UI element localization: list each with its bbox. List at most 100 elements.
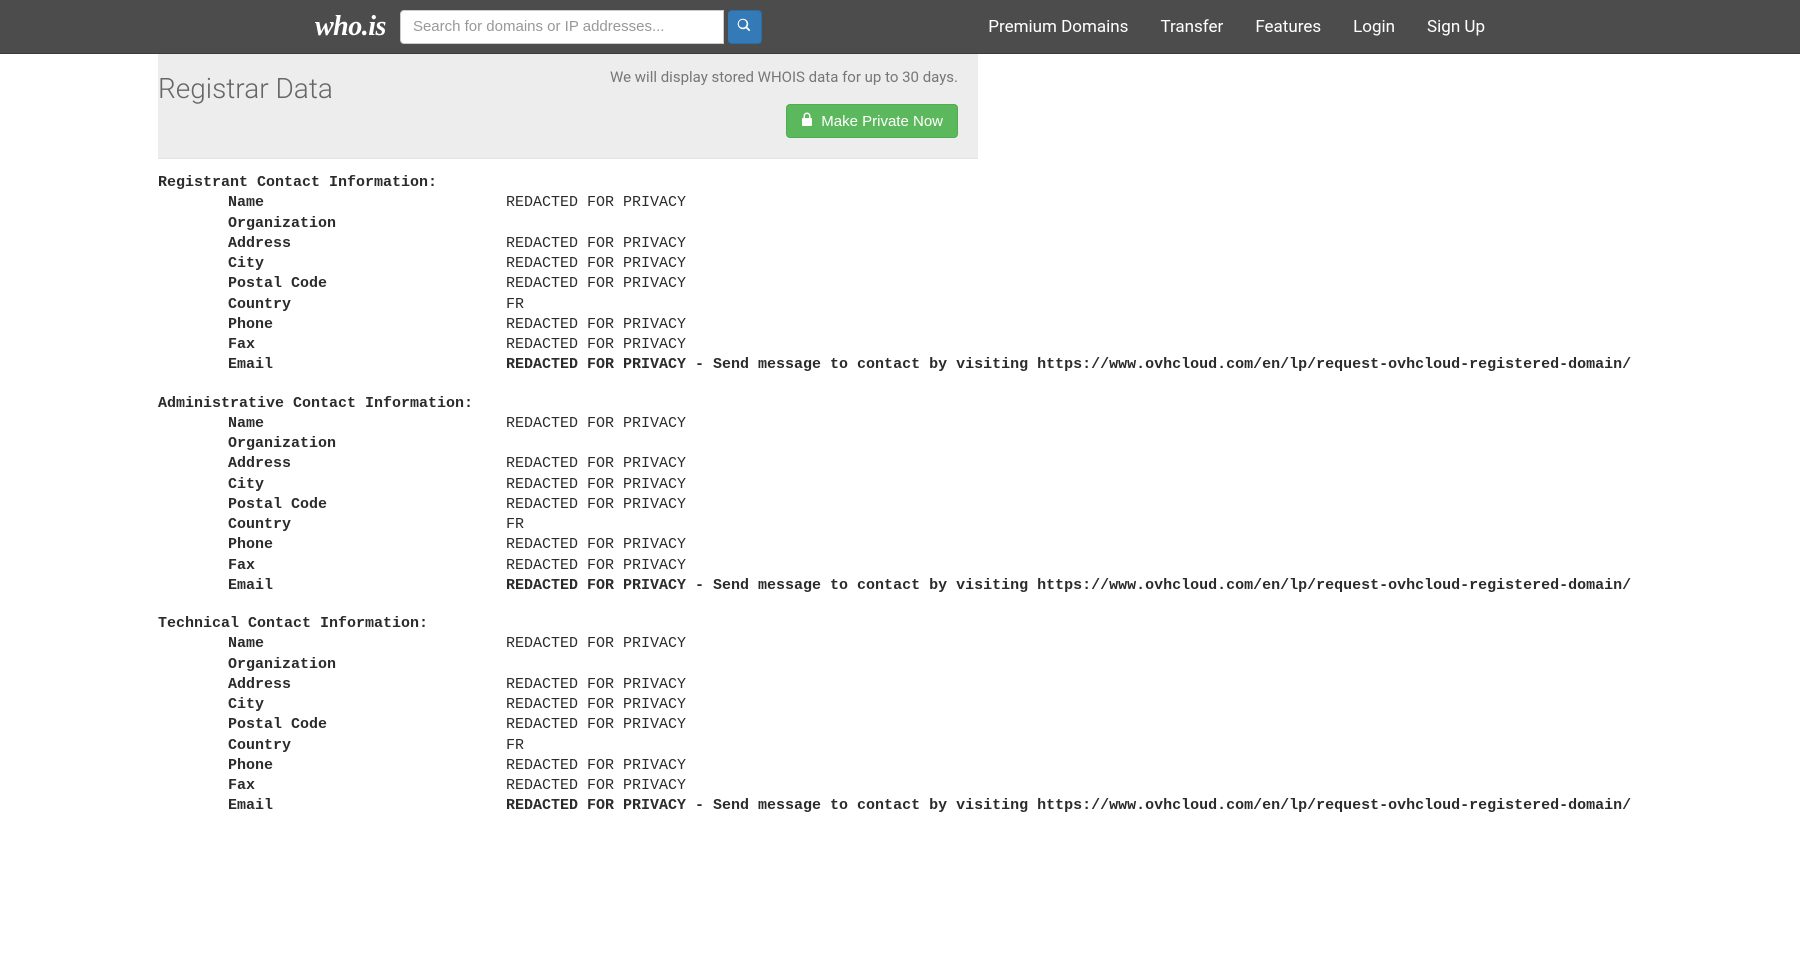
search-input[interactable] (400, 10, 724, 44)
field-label: Name (158, 414, 506, 434)
field-value: REDACTED FOR PRIVACY (506, 414, 686, 434)
field-value: REDACTED FOR PRIVACY (506, 475, 686, 495)
field-value: REDACTED FOR PRIVACY (506, 495, 686, 515)
field-value: REDACTED FOR PRIVACY - Send message to c… (506, 355, 1631, 375)
make-private-button[interactable]: Make Private Now (786, 104, 958, 138)
technical-organization-row: Organization (158, 655, 978, 675)
field-label: Organization (158, 434, 506, 454)
field-label: Email (158, 796, 506, 816)
administrative-postal-code-row: Postal Code REDACTED FOR PRIVACY (158, 495, 978, 515)
field-label: Address (158, 234, 506, 254)
administrative-section-title: Administrative Contact Information: (158, 394, 978, 414)
registrant-fax-row: Fax REDACTED FOR PRIVACY (158, 335, 978, 355)
technical-phone-row: Phone REDACTED FOR PRIVACY (158, 756, 978, 776)
nav-premium-domains[interactable]: Premium Domains (988, 17, 1128, 37)
field-value: REDACTED FOR PRIVACY (506, 695, 686, 715)
administrative-email-row: Email REDACTED FOR PRIVACY - Send messag… (158, 576, 978, 596)
registrant-phone-row: Phone REDACTED FOR PRIVACY (158, 315, 978, 335)
field-value: FR (506, 295, 524, 315)
field-value: REDACTED FOR PRIVACY (506, 254, 686, 274)
registrant-email-row: Email REDACTED FOR PRIVACY - Send messag… (158, 355, 978, 375)
field-label: Fax (158, 776, 506, 796)
technical-name-row: Name REDACTED FOR PRIVACY (158, 634, 978, 654)
technical-section-title: Technical Contact Information: (158, 614, 978, 634)
navbar-inner: who.is Premium Domains Transfer Features… (315, 10, 1485, 44)
technical-fax-row: Fax REDACTED FOR PRIVACY (158, 776, 978, 796)
field-label: Country (158, 515, 506, 535)
field-label: Country (158, 736, 506, 756)
field-label: Name (158, 634, 506, 654)
field-value: REDACTED FOR PRIVACY (506, 715, 686, 735)
field-label: Phone (158, 756, 506, 776)
search-button[interactable] (728, 10, 762, 44)
field-value: FR (506, 736, 524, 756)
search-form (400, 10, 762, 44)
lock-icon (801, 112, 813, 130)
registrar-data-header: Registrar Data We will display stored WH… (158, 54, 978, 159)
main-container: Registrar Data We will display stored WH… (158, 54, 978, 857)
registrant-address-row: Address REDACTED FOR PRIVACY (158, 234, 978, 254)
site-logo[interactable]: who.is (315, 11, 386, 43)
field-value: FR (506, 515, 524, 535)
administrative-name-row: Name REDACTED FOR PRIVACY (158, 414, 978, 434)
technical-address-row: Address REDACTED FOR PRIVACY (158, 675, 978, 695)
nav-links: Premium Domains Transfer Features Login … (988, 17, 1485, 37)
field-label: Country (158, 295, 506, 315)
field-label: Phone (158, 535, 506, 555)
field-value: REDACTED FOR PRIVACY (506, 274, 686, 294)
field-label: Fax (158, 556, 506, 576)
field-value: REDACTED FOR PRIVACY (506, 675, 686, 695)
field-value: REDACTED FOR PRIVACY (506, 776, 686, 796)
page-title: Registrar Data (158, 72, 333, 105)
registrant-name-row: Name REDACTED FOR PRIVACY (158, 193, 978, 213)
field-label: City (158, 695, 506, 715)
field-value: REDACTED FOR PRIVACY (506, 454, 686, 474)
technical-email-row: Email REDACTED FOR PRIVACY - Send messag… (158, 796, 978, 816)
field-value: REDACTED FOR PRIVACY (506, 335, 686, 355)
administrative-phone-row: Phone REDACTED FOR PRIVACY (158, 535, 978, 555)
administrative-country-row: Country FR (158, 515, 978, 535)
field-label: Address (158, 454, 506, 474)
administrative-address-row: Address REDACTED FOR PRIVACY (158, 454, 978, 474)
field-label: Name (158, 193, 506, 213)
registrant-city-row: City REDACTED FOR PRIVACY (158, 254, 978, 274)
field-value: REDACTED FOR PRIVACY (506, 234, 686, 254)
nav-login[interactable]: Login (1353, 17, 1395, 37)
field-label: Organization (158, 214, 506, 234)
field-label: Fax (158, 335, 506, 355)
field-label: City (158, 254, 506, 274)
field-value: REDACTED FOR PRIVACY - Send message to c… (506, 796, 1631, 816)
whois-storage-note: We will display stored WHOIS data for up… (610, 68, 958, 86)
whois-data: Registrant Contact Information: Name RED… (158, 159, 978, 857)
registrant-section-title: Registrant Contact Information: (158, 173, 978, 193)
make-private-label: Make Private Now (821, 113, 943, 130)
field-value: REDACTED FOR PRIVACY (506, 756, 686, 776)
field-value: REDACTED FOR PRIVACY - Send message to c… (506, 576, 1631, 596)
header-right: We will display stored WHOIS data for up… (610, 68, 958, 138)
field-value: REDACTED FOR PRIVACY (506, 634, 686, 654)
field-label: Email (158, 576, 506, 596)
field-value: REDACTED FOR PRIVACY (506, 556, 686, 576)
field-label: Organization (158, 655, 506, 675)
nav-transfer[interactable]: Transfer (1160, 17, 1223, 37)
field-label: Phone (158, 315, 506, 335)
field-label: Address (158, 675, 506, 695)
administrative-organization-row: Organization (158, 434, 978, 454)
field-label: Postal Code (158, 274, 506, 294)
search-icon (737, 18, 751, 35)
nav-features[interactable]: Features (1255, 17, 1321, 37)
registrant-organization-row: Organization (158, 214, 978, 234)
technical-city-row: City REDACTED FOR PRIVACY (158, 695, 978, 715)
field-value: REDACTED FOR PRIVACY (506, 193, 686, 213)
navbar: who.is Premium Domains Transfer Features… (0, 0, 1800, 54)
administrative-city-row: City REDACTED FOR PRIVACY (158, 475, 978, 495)
nav-signup[interactable]: Sign Up (1427, 17, 1485, 37)
technical-country-row: Country FR (158, 736, 978, 756)
field-label: City (158, 475, 506, 495)
registrant-postal-code-row: Postal Code REDACTED FOR PRIVACY (158, 274, 978, 294)
field-value: REDACTED FOR PRIVACY (506, 315, 686, 335)
technical-postal-code-row: Postal Code REDACTED FOR PRIVACY (158, 715, 978, 735)
field-label: Email (158, 355, 506, 375)
field-label: Postal Code (158, 715, 506, 735)
field-label: Postal Code (158, 495, 506, 515)
